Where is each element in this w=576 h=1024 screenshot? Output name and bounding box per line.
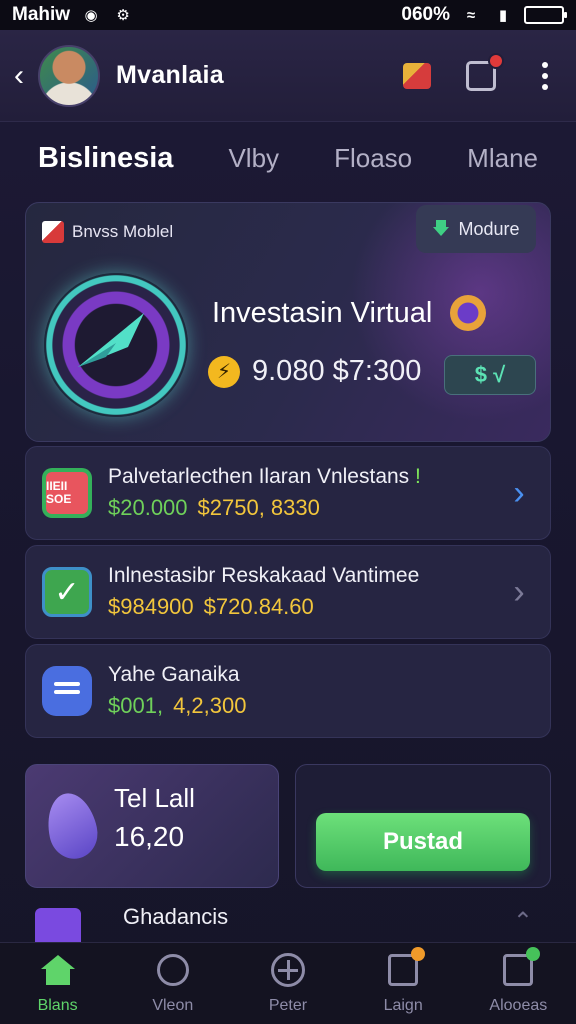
plus-circle-icon [270,952,306,987]
investment-emblem-icon [44,273,188,417]
compass-icon [155,953,191,987]
camera-icon: ◉ [84,7,98,24]
battery-percent: 060% [401,4,450,25]
cube-button[interactable] [400,59,434,93]
nav-label: Laign [383,996,423,1014]
nav-item-laign[interactable]: Laign [353,946,453,1015]
cube-icon [403,62,431,89]
signal-icon: ▮ [498,7,508,24]
list-item-title: Ghadancis [123,904,229,929]
notification-button[interactable] [464,52,504,93]
amount-primary: $001, [108,693,164,718]
list-item[interactable]: Yahe Ganaika $001, 4,2,300 [25,644,551,738]
wifi-icon: ≈ [466,6,476,24]
tab-bar: Bislinesia Vlby Floaso Mlane [0,130,576,186]
sale-icon: IIEII SOE [42,468,92,518]
nav-label: Vleon [152,996,194,1014]
hero-amount-row: ⚡ 9.080 $7:300 [208,355,421,388]
list-item[interactable]: IIEII SOE Palvetarlecthen Ilaran Vnlesta… [25,446,551,540]
list-item-amounts: $20.000 $2750, 8330 [108,495,504,521]
user-name: Mvanlaia [116,61,225,89]
hero-tag-label: Bnvss Moblel [72,222,174,241]
more-icon[interactable] [528,59,562,93]
report-icon [385,946,426,987]
amount-secondary: 4,2,300 [173,693,247,718]
amount-primary: $20.000 [108,495,188,520]
leaf-icon [41,788,103,864]
bottom-nav: Blans Vleon Peter Laign Alooeas [0,942,576,1024]
chevron-right-icon[interactable]: › [504,573,534,612]
notification-badge [526,946,541,961]
amount-secondary: $2750, 8330 [197,495,320,520]
hero-title: Investasin Virtual [212,297,433,329]
list-item-title: Palvetarlecthen Ilaran Vnlestans ! [108,465,504,489]
post-tile: Pustad [295,764,551,888]
list-item-text: Inlnestasibr Reskakaad Vantimee $984900 … [108,564,504,620]
status-bar: Mahiw ◉ ⚙ 060% ≈ ▮ [0,0,576,30]
post-button[interactable]: Pustad [316,813,530,871]
home-icon [40,953,76,987]
list-item-amounts: $001, 4,2,300 [108,693,534,719]
nav-label: Blans [37,996,78,1014]
mail-icon [500,946,541,987]
list-item-title-text: Palvetarlecthen Ilaran Vnlestans [108,465,410,488]
chevron-right-icon[interactable]: › [504,474,534,513]
tab-floaso[interactable]: Floaso [334,143,412,174]
total-tile[interactable]: Tel Lall 16,20 [25,764,279,888]
hero-pill-button[interactable]: $ √ [444,355,536,395]
nav-item-alooeas[interactable]: Alooeas [468,946,568,1015]
nav-item-blans[interactable]: Blans [8,953,108,1015]
tab-mlane[interactable]: Mlane [467,143,538,174]
chat-icon [42,666,92,716]
arrow-icon [78,313,144,367]
tab-vlby[interactable]: Vlby [228,143,279,174]
list-item[interactable]: ✓ Inlnestasibr Reskakaad Vantimee $98490… [25,545,551,639]
settings-icon: ⚙ [116,7,130,24]
list-item-amounts: $984900 $720.84.60 [108,594,504,620]
amount-primary: $984900 [108,594,194,619]
list-item-text: Yahe Ganaika $001, 4,2,300 [108,663,534,719]
notification-badge [488,52,504,69]
status-right: 060% ≈ ▮ [401,4,567,26]
battery-icon [524,6,567,24]
hero-tag: Bnvss Moblel [42,221,173,243]
total-label: Tel Lall [114,783,195,813]
module-button[interactable]: Modure [416,205,536,253]
nav-item-peter[interactable]: Peter [238,952,338,1015]
chevron-up-icon[interactable]: ⌃ [513,907,533,936]
list-item-title: Yahe Ganaika [108,663,240,686]
avatar[interactable] [38,44,100,107]
hero-amount: 9.080 $7:300 [252,355,422,387]
list-item-spark: ! [415,465,421,488]
module-button-label: Modure [458,218,520,239]
cube-icon [42,221,64,243]
status-left: Mahiw ◉ ⚙ [12,4,134,26]
tab-bislinesia[interactable]: Bislinesia [38,142,173,175]
checklist-icon: ✓ [42,567,92,617]
carrier-name: Mahiw [12,4,71,25]
list-item[interactable]: Ghadancis ⌃ [25,900,551,948]
amount-secondary: $720.84.60 [203,594,314,619]
coin-icon: ⚡ [208,355,240,388]
badge-icon [450,295,486,331]
download-icon [432,220,450,238]
sale-icon-text: IIEII SOE [46,472,88,514]
nav-label: Alooeas [489,996,548,1014]
back-icon[interactable]: ‹ [14,59,34,93]
app-header: ‹ Mvanlaia [0,30,576,122]
total-value: 16,20 [114,821,185,852]
nav-item-vleon[interactable]: Vleon [123,953,223,1015]
notification-badge [411,946,426,961]
hero-card[interactable]: Bnvss Moblel Modure Investasin Virtual ⚡… [25,202,551,442]
list-item-text: Palvetarlecthen Ilaran Vnlestans ! $20.0… [108,465,504,521]
header-actions [400,52,562,93]
list-item-title: Inlnestasibr Reskakaad Vantimee [108,564,420,587]
nav-label: Peter [268,996,308,1014]
